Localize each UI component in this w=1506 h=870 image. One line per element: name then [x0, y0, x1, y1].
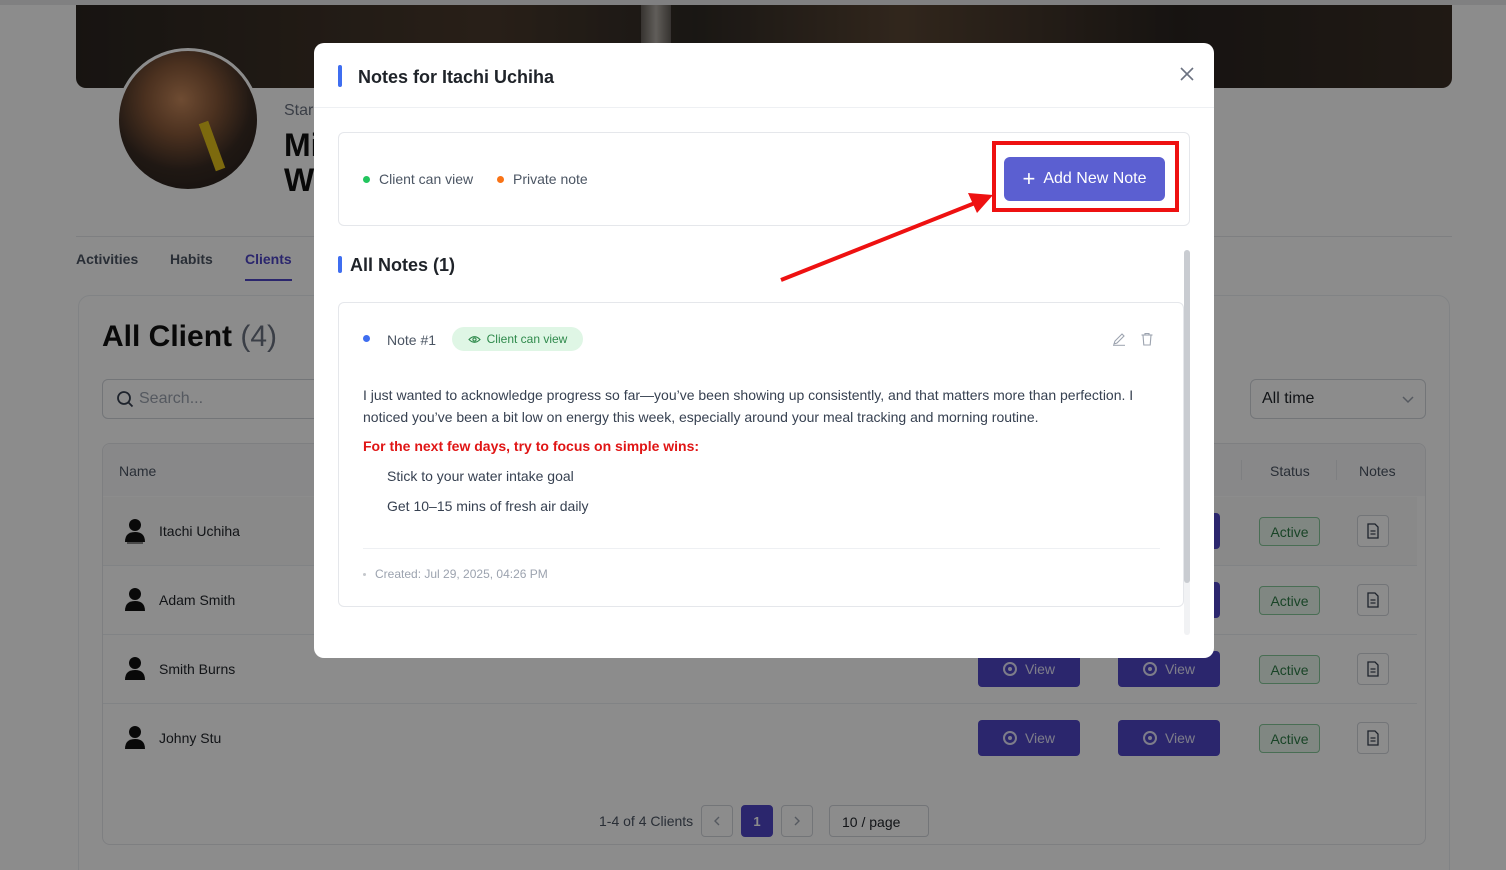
- annotation-arrow: [780, 193, 993, 282]
